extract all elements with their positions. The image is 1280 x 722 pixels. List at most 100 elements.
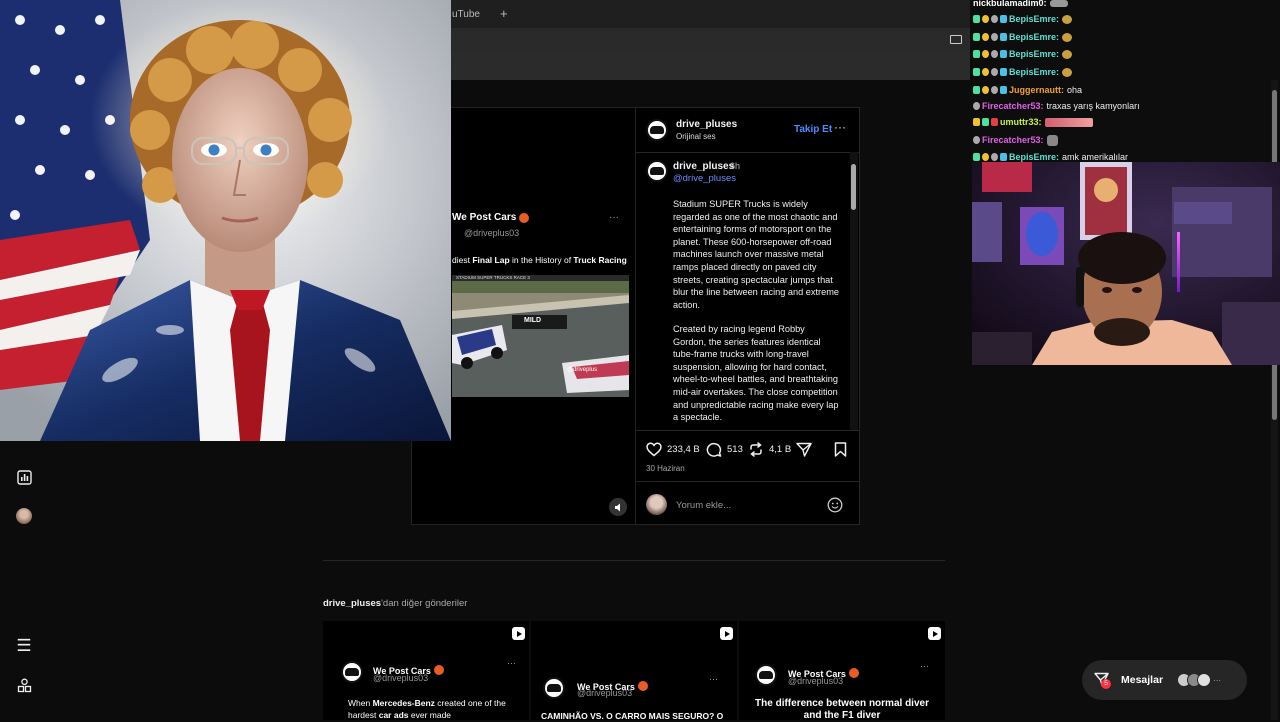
caption-paragraph-2: Created by racing legend Robby Gordon, t… — [673, 324, 839, 423]
emoji-icon[interactable] — [827, 497, 843, 513]
post-options-button[interactable]: ··· — [834, 120, 846, 134]
emote-icon — [1062, 14, 1073, 24]
ai-portrait-image — [0, 0, 451, 441]
cast-icon[interactable] — [950, 35, 962, 44]
chat-message: BepisEmre: — [973, 64, 1074, 80]
more-contacts-icon: ··· — [1213, 675, 1222, 685]
viewer-avatar[interactable] — [646, 494, 667, 515]
chat-message: BepisEmre: — [973, 29, 1074, 45]
more-post-card[interactable]: We Post Cars @driveplus03 ··· When Merce… — [323, 621, 529, 720]
speaker-icon — [614, 503, 620, 511]
bookmark-icon[interactable] — [834, 442, 847, 457]
card-handle: @driveplus03 — [373, 673, 429, 683]
comment-input[interactable]: Yorum ekle... — [676, 500, 731, 511]
caption-divider — [636, 430, 859, 431]
page-header-strip — [451, 54, 970, 80]
mod-badge-icon — [991, 15, 998, 23]
chat-message: Firecatcher53: traxas yarış kamyonları — [973, 98, 1140, 114]
bits-badge-icon — [982, 15, 989, 23]
card-handle: @driveplus03 — [577, 688, 633, 698]
menu-icon[interactable]: ☰ — [14, 636, 34, 656]
caption-scrollbar[interactable] — [850, 152, 858, 430]
emote-icon — [1062, 67, 1073, 77]
new-tab-button[interactable]: + — [500, 6, 508, 21]
video-watermark: @driveplus — [567, 367, 598, 373]
browser-tab-title[interactable]: uTube — [452, 9, 480, 20]
share-icon[interactable] — [796, 442, 812, 457]
gift-badge-icon — [1000, 15, 1007, 23]
mute-button[interactable] — [609, 498, 627, 516]
actions-divider — [636, 481, 859, 482]
emote-icon — [1046, 134, 1058, 146]
video-frame[interactable]: STADIUM SUPER TRUCKS RACE 3 MILD @drivep… — [452, 275, 629, 397]
post-date: 30 Haziran — [646, 464, 685, 473]
subscriber-badge-icon — [973, 15, 980, 23]
chat-message: BepisEmre: — [973, 11, 1074, 27]
media-source-header: We Post Cars — [452, 212, 530, 223]
emote-icon — [1062, 32, 1073, 42]
caption-author[interactable]: drive_pluses — [673, 161, 734, 172]
comment-icon — [706, 442, 722, 457]
chat-message: BepisEmre: — [973, 46, 1074, 62]
verified-badge-icon — [519, 212, 530, 223]
chat-message: Juggernautt: oha — [973, 82, 1082, 98]
more-posts-divider — [323, 560, 945, 561]
scrollbar-thumb[interactable] — [851, 164, 856, 210]
chat-message: Firecatcher53: — [973, 132, 1060, 148]
reel-icon — [928, 627, 941, 640]
like-count: 233,4 B — [667, 444, 700, 455]
card-handle: @driveplus03 — [788, 676, 844, 686]
author-avatar[interactable] — [646, 119, 668, 141]
streamer-webcam — [972, 162, 1280, 365]
repost-count: 4,1 B — [769, 444, 792, 455]
card-avatar — [755, 664, 777, 686]
recent-contacts — [1177, 673, 1212, 687]
messages-button[interactable]: 5 Mesajlar ··· — [1082, 660, 1247, 700]
emote-icon — [1062, 49, 1073, 59]
card-more-icon: ··· — [920, 661, 929, 671]
profile-avatar[interactable] — [16, 508, 32, 524]
repost-button[interactable]: 4,1 B — [748, 442, 791, 457]
comment-button[interactable]: 513 — [706, 442, 743, 457]
caption-time: 6h — [730, 161, 741, 171]
repost-icon — [750, 442, 762, 457]
post-details-panel: drive_pluses Orijinal ses Takip Et ··· d… — [636, 107, 860, 525]
verified-badge-icon — [637, 681, 648, 691]
card-text: When Mercedes-Benz created one of the ha… — [348, 698, 506, 720]
media-more-icon: ··· — [609, 212, 619, 223]
crown-badge-icon — [973, 118, 980, 126]
caption-paragraph-1: Stadium SUPER Trucks is widely regarded … — [673, 199, 839, 310]
reel-icon — [720, 627, 733, 640]
media-headline: diest Final Lap in the History of Truck … — [452, 255, 627, 265]
author-username[interactable]: drive_pluses — [676, 119, 737, 130]
audio-label[interactable]: Orijinal ses — [676, 132, 716, 141]
like-button[interactable]: 233,4 B — [646, 442, 700, 457]
more-post-card[interactable]: We Post Cars @driveplus03 ··· CAMINHÃO V… — [531, 621, 737, 721]
card-avatar — [341, 661, 363, 683]
caption-author-avatar[interactable] — [646, 160, 668, 182]
header-divider — [636, 152, 859, 153]
comment-count: 513 — [727, 444, 743, 455]
dashboard-icon[interactable] — [14, 467, 34, 487]
chat-message: nickbulamadim0: — [973, 0, 1070, 11]
reel-icon — [512, 627, 525, 640]
emote-icon — [1049, 0, 1068, 7]
verified-badge-icon — [433, 665, 444, 675]
card-more-icon: ··· — [709, 674, 718, 684]
messages-unread-badge: 5 — [1101, 679, 1111, 689]
messages-icon: 5 — [1094, 672, 1111, 689]
chat-message: umuttr33: — [973, 114, 1095, 130]
video-truck-text: MILD — [524, 317, 542, 324]
card-avatar — [543, 677, 565, 699]
media-source-handle: @driveplus03 — [464, 228, 520, 238]
emote-icon — [1044, 117, 1093, 127]
more-apps-icon[interactable] — [14, 675, 34, 695]
caption-mention[interactable]: @drive_pluses — [673, 173, 736, 184]
follow-button[interactable]: Takip Et — [794, 124, 832, 135]
messages-label: Mesajlar — [1121, 674, 1164, 686]
contact-avatar — [1197, 673, 1212, 687]
video-race-strip: STADIUM SUPER TRUCKS RACE 3 — [456, 275, 530, 280]
more-posts-author[interactable]: drive_pluses — [323, 598, 381, 609]
more-post-card[interactable]: We Post Cars @driveplus03 ··· The differ… — [739, 621, 945, 721]
verified-badge-icon — [848, 668, 859, 678]
